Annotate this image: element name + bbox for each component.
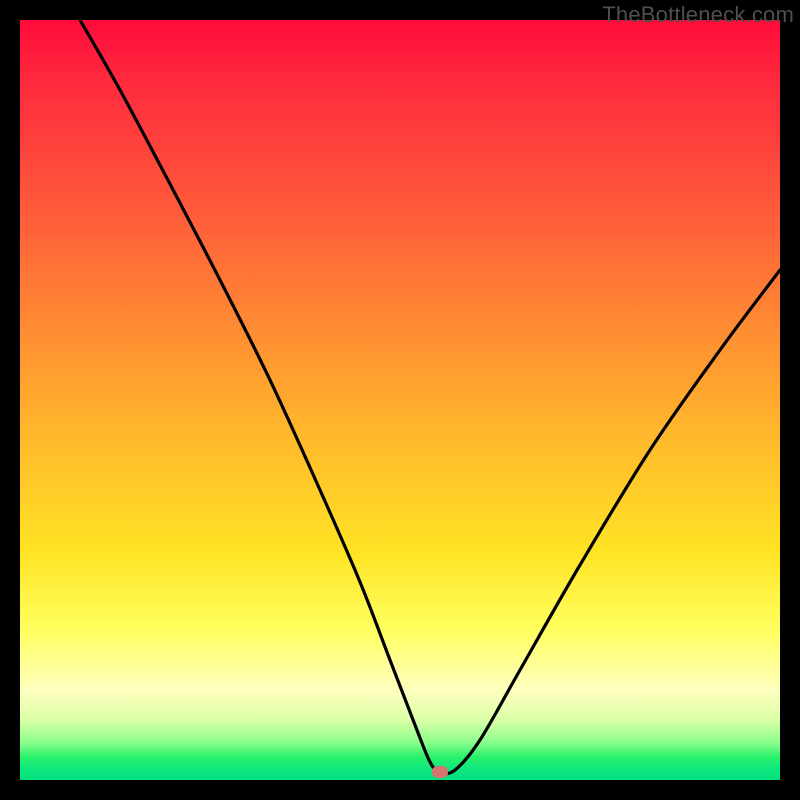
curve-minimum-marker: [432, 766, 448, 778]
bottleneck-curve: [20, 20, 780, 780]
chart-frame: TheBottleneck.com: [0, 0, 800, 800]
watermark-text: TheBottleneck.com: [602, 2, 794, 28]
plot-area: [20, 20, 780, 780]
